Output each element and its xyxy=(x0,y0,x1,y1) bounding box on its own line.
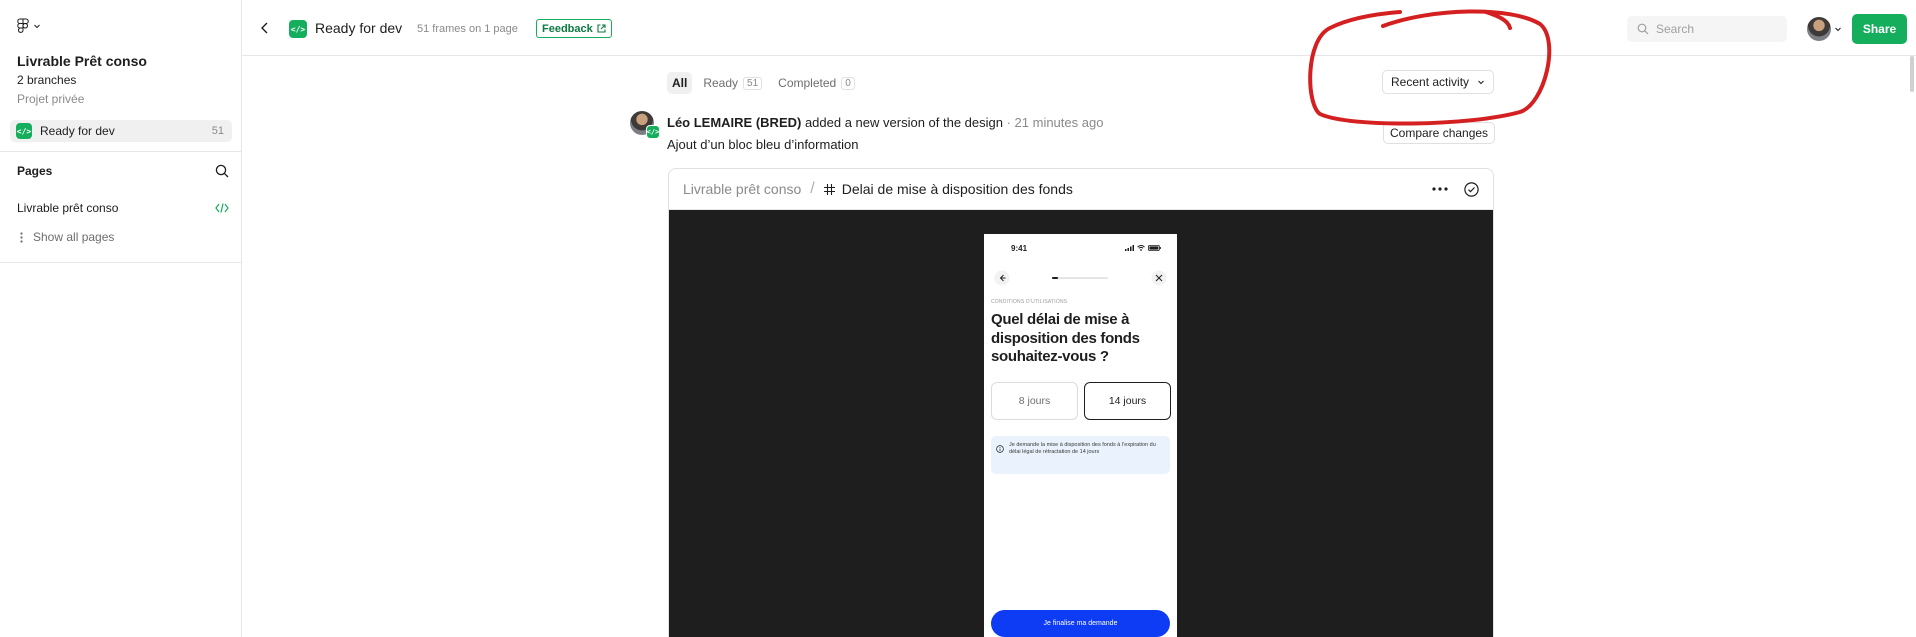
question-heading: Quel délai de mise à disposition des fon… xyxy=(991,311,1140,365)
divider xyxy=(0,151,242,152)
frame-preview-canvas[interactable]: 9:41 CONDITIONS D’UTILISATIONS Quel déla… xyxy=(669,210,1493,637)
page-title: Ready for dev xyxy=(315,20,403,36)
code-icon: </> xyxy=(646,125,660,139)
more-vertical-icon xyxy=(20,231,23,243)
phone-mockup: 9:41 CONDITIONS D’UTILISATIONS Quel déla… xyxy=(984,234,1177,637)
sidebar: Livrable Prêt conso 2 branches Projet pr… xyxy=(0,0,242,637)
finalize-request-button: Je finalise ma demande xyxy=(991,610,1170,637)
status-bar-icons xyxy=(1125,245,1161,251)
option-8-jours: 8 jours xyxy=(991,382,1078,420)
code-icon: </> xyxy=(289,20,307,38)
frame-name[interactable]: Delai de mise à disposition des fonds xyxy=(842,181,1073,197)
status-bar-time: 9:41 xyxy=(1011,244,1028,253)
chevron-down-icon xyxy=(1478,80,1484,85)
code-icon xyxy=(215,203,229,213)
tab-label: Completed xyxy=(778,76,837,90)
signal-icon xyxy=(1125,245,1134,251)
feedback-button[interactable]: Feedback xyxy=(536,19,612,38)
step-progress-bar xyxy=(1052,277,1108,279)
frame-icon xyxy=(823,183,835,195)
breadcrumb-separator: / xyxy=(810,180,815,197)
chevron-down-icon xyxy=(1835,27,1841,32)
info-callout-text: Je demande la mise à disposition des fon… xyxy=(1009,442,1156,455)
chevron-down-icon xyxy=(34,24,40,29)
scrollbar-thumb[interactable] xyxy=(1910,56,1914,92)
sort-dropdown[interactable]: Recent activity xyxy=(1382,70,1495,94)
sort-label: Recent activity xyxy=(1391,75,1470,89)
page-item[interactable]: Livrable prêt conso xyxy=(17,201,229,215)
avatar xyxy=(1807,17,1831,41)
sidebar-item-label: Ready for dev xyxy=(40,124,115,138)
page-breadcrumb[interactable]: Livrable prêt conso xyxy=(683,181,801,197)
pages-heading: Pages xyxy=(17,164,53,178)
show-all-pages-label: Show all pages xyxy=(33,230,115,244)
section-label: CONDITIONS D’UTILISATIONS xyxy=(991,299,1068,305)
figma-logo-icon xyxy=(17,18,29,33)
account-menu[interactable] xyxy=(1807,17,1842,41)
divider xyxy=(0,262,242,263)
sidebar-item-count: 51 xyxy=(211,125,224,137)
frame-card: Livrable prêt conso / Delai de mise à di… xyxy=(668,168,1494,637)
option-14-jours: 14 jours xyxy=(1084,382,1171,420)
tab-label: Ready xyxy=(703,76,739,90)
main-menu-button[interactable] xyxy=(17,18,41,34)
status-filter-tabs: All Ready 51 Completed 0 xyxy=(667,72,860,94)
close-icon xyxy=(1151,270,1167,286)
share-button[interactable]: Share xyxy=(1852,14,1907,44)
frame-actions xyxy=(1432,181,1479,197)
project-subtitle: Projet privée xyxy=(17,92,85,106)
step-progress-fill xyxy=(1052,277,1058,279)
sidebar-item-ready-for-dev[interactable]: </> Ready for dev 51 xyxy=(10,120,232,142)
tab-count: 0 xyxy=(841,76,855,90)
project-title: Livrable Prêt conso xyxy=(17,53,147,69)
search-icon xyxy=(1637,23,1649,35)
external-link-icon xyxy=(597,24,606,33)
wifi-icon xyxy=(1137,245,1145,251)
tab-label: All xyxy=(672,76,688,90)
feedback-label: Feedback xyxy=(542,22,593,35)
duration-options: 8 jours 14 jours xyxy=(991,382,1171,420)
branches-link[interactable]: 2 branches xyxy=(17,73,76,87)
frames-count: 51 frames on 1 page xyxy=(417,23,518,35)
more-horizontal-icon[interactable] xyxy=(1432,187,1448,191)
battery-icon xyxy=(1148,245,1161,251)
activity-time: · 21 minutes ago xyxy=(1002,115,1104,130)
pages-header: Pages xyxy=(17,164,229,178)
activity-author: Léo LEMAIRE (BRED) xyxy=(667,115,802,130)
code-icon: </> xyxy=(16,123,32,139)
compare-changes-button[interactable]: Compare changes xyxy=(1383,122,1496,144)
frame-card-header: Livrable prêt conso / Delai de mise à di… xyxy=(669,169,1493,210)
activity-line: Léo LEMAIRE (BRED) added a new version o… xyxy=(667,115,1103,130)
activity-action: added a new version of the design xyxy=(801,115,1003,130)
back-arrow-icon xyxy=(994,270,1010,286)
search-input[interactable] xyxy=(1656,22,1776,36)
top-bar: </> Ready for dev 51 frames on 1 page Fe… xyxy=(242,0,1916,56)
show-all-pages-button[interactable]: Show all pages xyxy=(20,230,114,244)
info-icon xyxy=(996,445,1004,453)
tab-all[interactable]: All xyxy=(667,72,693,94)
back-arrow-icon[interactable] xyxy=(256,19,274,37)
activity-description: Ajout d’un bloc bleu d’information xyxy=(667,137,859,152)
tab-count: 51 xyxy=(743,76,763,90)
tab-completed[interactable]: Completed 0 xyxy=(773,72,860,94)
search-icon[interactable] xyxy=(215,164,229,178)
page-item-label: Livrable prêt conso xyxy=(17,201,119,215)
tab-ready[interactable]: Ready 51 xyxy=(698,72,767,94)
check-circle-icon[interactable] xyxy=(1464,181,1479,197)
info-callout: Je demande la mise à disposition des fon… xyxy=(991,436,1170,474)
search-box[interactable] xyxy=(1627,16,1787,42)
